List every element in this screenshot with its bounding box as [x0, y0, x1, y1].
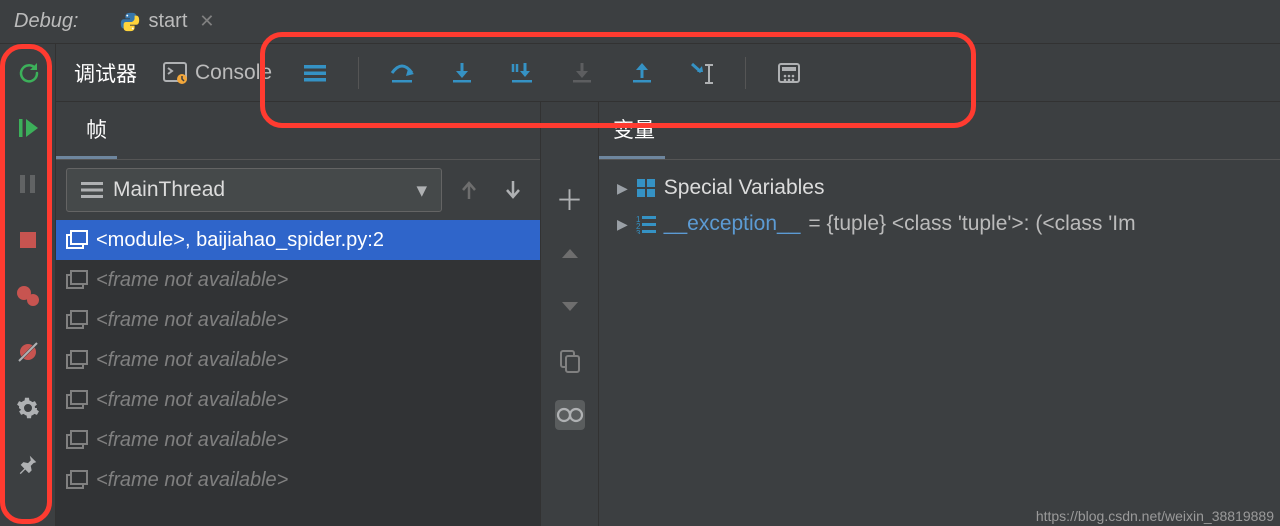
frame-row[interactable]: <module>, baijiahao_spider.py:2 [56, 220, 540, 260]
debug-toolbar: 调试器 Console [56, 44, 1280, 102]
run-to-cursor-icon[interactable] [685, 56, 719, 90]
rerun-icon[interactable] [14, 58, 42, 86]
collapse-up-icon[interactable] [555, 238, 585, 268]
pause-icon[interactable] [14, 170, 42, 198]
group-icon [636, 178, 656, 198]
thread-icon [81, 181, 103, 199]
frame-label: <frame not available> [96, 429, 288, 452]
frame-row[interactable]: <frame not available> [56, 340, 540, 380]
thread-select[interactable]: MainThread ▾ [66, 168, 442, 212]
frame-row[interactable]: <frame not available> [56, 300, 540, 340]
frames-list: <module>, baijiahao_spider.py:2 <frame no… [56, 220, 540, 526]
frame-label: <frame not available> [96, 469, 288, 492]
run-config-label: start [149, 10, 188, 33]
view-breakpoints-icon[interactable] [14, 282, 42, 310]
frame-icon [66, 270, 88, 290]
exception-variable-row[interactable]: ▶ 123 __exception__ = {tuple} <class 'tu… [599, 206, 1280, 242]
frames-panel-title[interactable]: 帧 [56, 102, 117, 159]
frame-label: <frame not available> [96, 309, 288, 332]
chevron-down-icon: ▾ [416, 178, 427, 203]
frame-label: <module>, baijiahao_spider.py:2 [96, 229, 384, 252]
separator [358, 57, 359, 89]
frame-icon [66, 350, 88, 370]
stop-icon[interactable] [14, 226, 42, 254]
frame-label: <frame not available> [96, 389, 288, 412]
frame-icon [66, 430, 88, 450]
variables-toolbar: ＋ [541, 102, 599, 526]
prev-frame-icon[interactable] [452, 173, 486, 207]
console-icon [163, 62, 187, 84]
frame-icon [66, 390, 88, 410]
debug-gutter [0, 44, 56, 526]
run-config-tab[interactable]: start ✕ [119, 10, 215, 33]
add-watch-icon[interactable]: ＋ [555, 184, 585, 214]
step-over-icon[interactable] [385, 56, 419, 90]
svg-text:3: 3 [636, 229, 641, 234]
threads-icon[interactable] [298, 56, 332, 90]
watermark: https://blog.csdn.net/weixin_38819889 [1036, 508, 1274, 524]
frame-label: <frame not available> [96, 269, 288, 292]
thread-name: MainThread [113, 178, 225, 202]
chevron-right-icon: ▶ [617, 180, 628, 197]
frame-row[interactable]: <frame not available> [56, 380, 540, 420]
settings-icon[interactable] [14, 394, 42, 422]
python-icon [119, 11, 141, 33]
close-icon[interactable]: ✕ [199, 11, 214, 32]
step-into-icon[interactable] [445, 56, 479, 90]
watches-view-icon[interactable] [555, 400, 585, 430]
resume-icon[interactable] [14, 114, 42, 142]
exception-variable-value: = {tuple} <class 'tuple'>: (<class 'Im [808, 212, 1135, 236]
list-icon: 123 [636, 214, 656, 234]
evaluate-icon[interactable] [772, 56, 806, 90]
frame-row[interactable]: <frame not available> [56, 260, 540, 300]
chevron-right-icon: ▶ [617, 216, 628, 233]
frame-row[interactable]: <frame not available> [56, 420, 540, 460]
exception-variable-name: __exception__ [664, 212, 801, 236]
debug-header: Debug: start ✕ [0, 0, 1280, 44]
frame-icon [66, 470, 88, 490]
special-variables-label: Special Variables [664, 176, 825, 200]
frame-row[interactable]: <frame not available> [56, 460, 540, 500]
tab-debugger[interactable]: 调试器 [74, 58, 137, 88]
special-variables-row[interactable]: ▶ Special Variables [599, 170, 1280, 206]
debug-label: Debug: [14, 10, 79, 33]
force-step-into-icon[interactable] [565, 56, 599, 90]
frame-icon [66, 230, 88, 250]
mute-breakpoints-icon[interactable] [14, 338, 42, 366]
tab-console[interactable]: Console [163, 61, 272, 85]
next-frame-icon[interactable] [496, 173, 530, 207]
expand-down-icon[interactable] [555, 292, 585, 322]
separator [745, 57, 746, 89]
variables-panel-title[interactable]: 变量 [599, 102, 665, 159]
pin-icon[interactable] [14, 450, 42, 478]
copy-icon[interactable] [555, 346, 585, 376]
step-out-icon[interactable] [625, 56, 659, 90]
frame-label: <frame not available> [96, 349, 288, 372]
step-into-my-code-icon[interactable] [505, 56, 539, 90]
variables-list: ▶ Special Variables ▶ 123 __exception__ [599, 160, 1280, 526]
frame-icon [66, 310, 88, 330]
